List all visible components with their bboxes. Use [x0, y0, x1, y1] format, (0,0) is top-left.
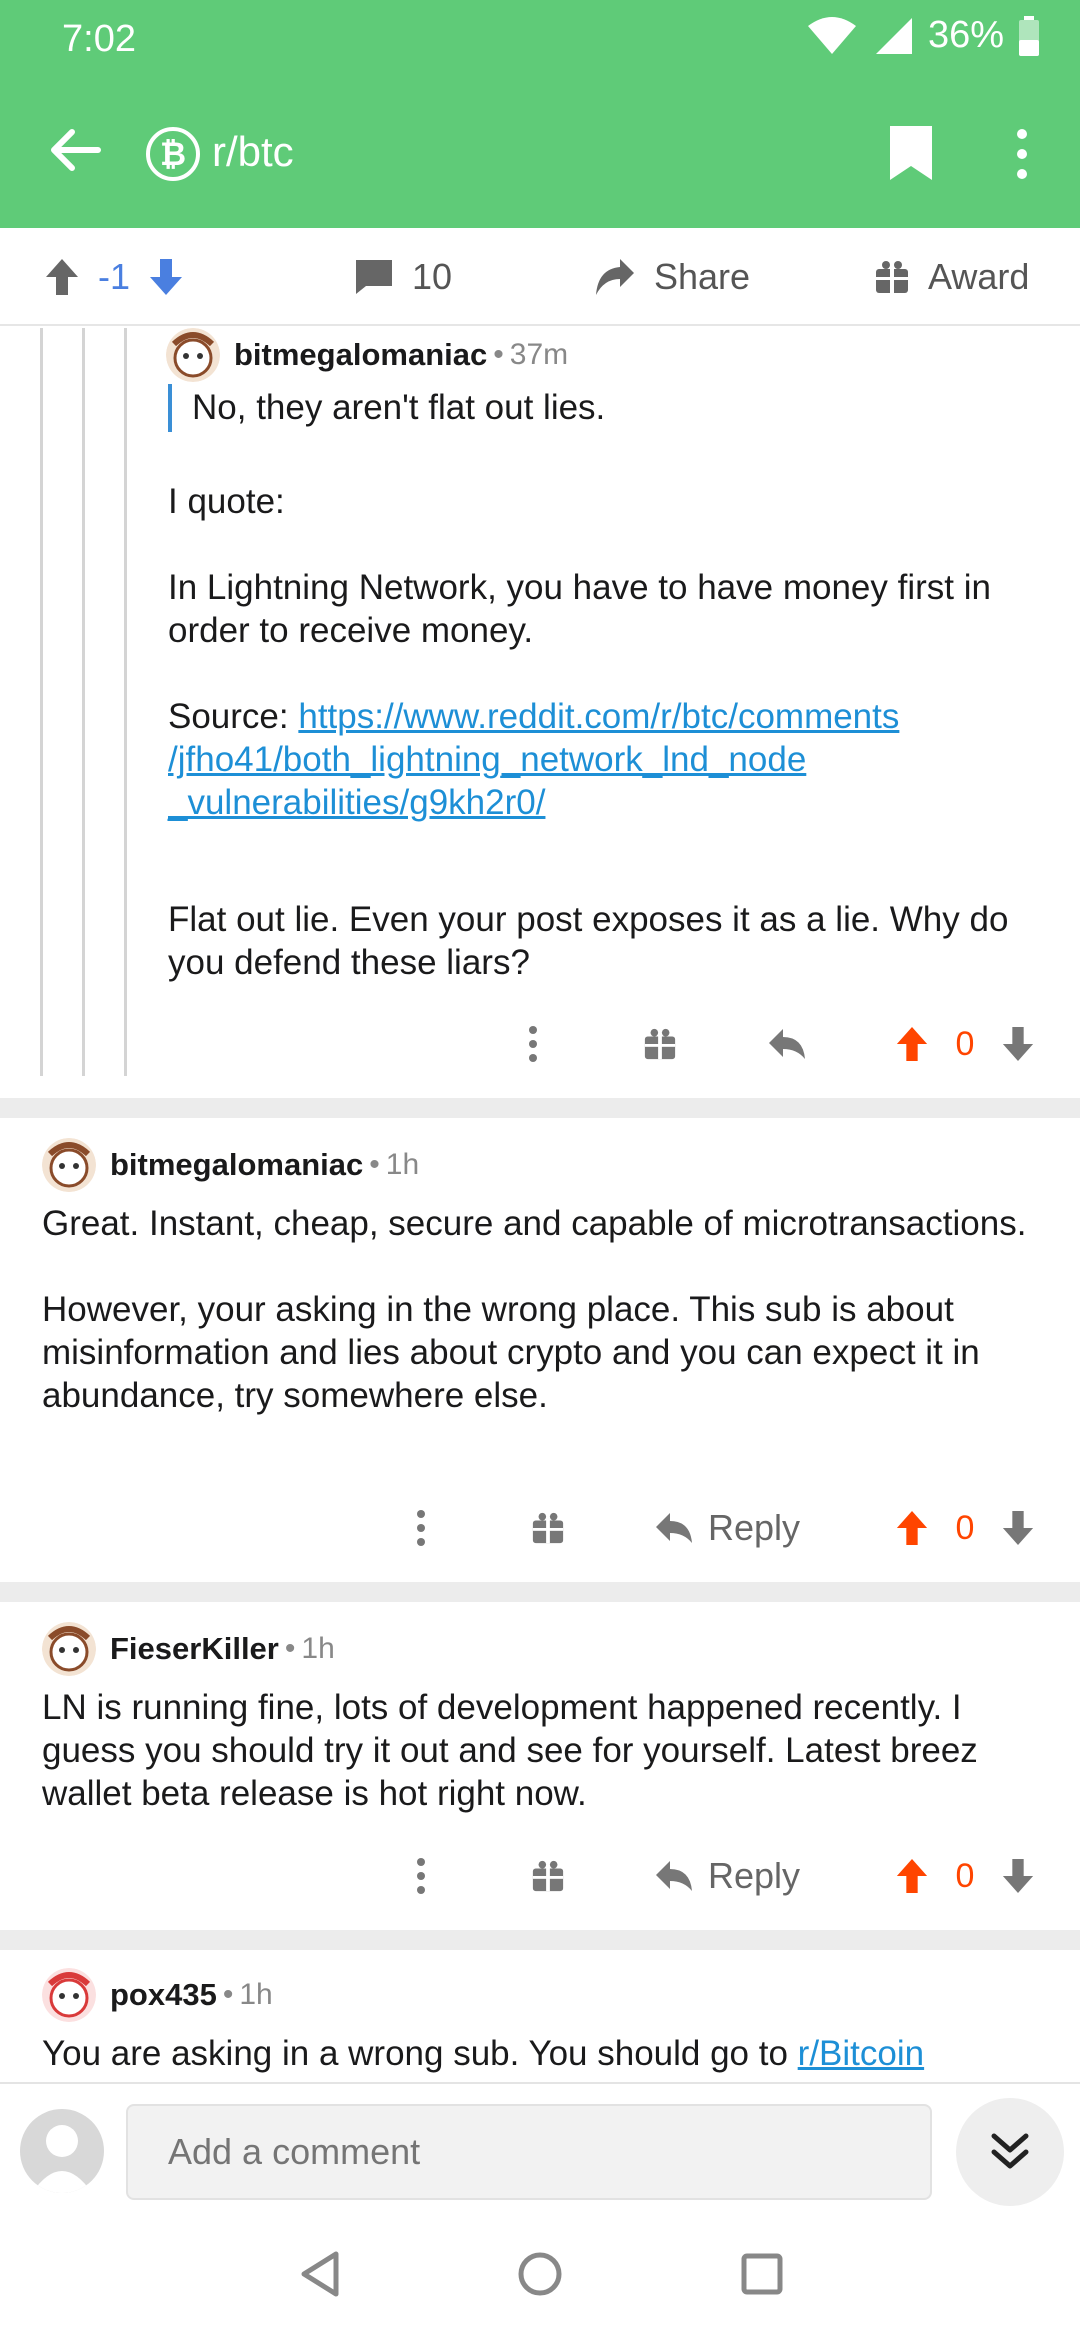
separator-dot: • [369, 1148, 380, 1181]
battery-icon [1019, 15, 1039, 56]
comment: pox435 • 1h You are asking in a wrong su… [0, 1950, 1080, 2082]
gift-icon[interactable] [528, 1846, 568, 1906]
reply-button[interactable]: Reply [654, 1498, 824, 1558]
comment-author[interactable]: bitmegalomaniac [234, 337, 487, 373]
comment: FieserKiller • 1h LN is running fine, lo… [0, 1602, 1080, 1930]
comment-icon [356, 260, 392, 294]
comment-text: Great. Instant, cheap, secure and capabl… [42, 1204, 1027, 1415]
avatar[interactable] [42, 1138, 96, 1192]
add-comment-input[interactable] [126, 2104, 932, 2200]
quote-bar [168, 384, 172, 432]
nav-back-icon[interactable] [298, 2250, 342, 2298]
separator-dot: • [493, 338, 504, 371]
comment-link[interactable]: r/Bitcoin [798, 2034, 924, 2073]
comment-text: LN is running fine, lots of development … [42, 1688, 978, 1813]
downvote-icon[interactable] [148, 257, 184, 297]
comment-nested: bitmegalomaniac • 37m No, they aren't fl… [0, 328, 1080, 1098]
upvote-icon[interactable] [892, 1846, 932, 1906]
status-icons: 36% [806, 14, 1040, 57]
reply-button[interactable]: Reply [654, 1846, 824, 1906]
comment-body: I quote: In Lightning Network, you have … [168, 480, 1068, 824]
upvote-icon[interactable] [44, 257, 80, 297]
gift-icon[interactable] [528, 1498, 568, 1558]
comment: bitmegalomaniac • 1h Great. Instant, che… [0, 1118, 1080, 1582]
award-button[interactable]: Award [874, 228, 1029, 326]
gift-icon [876, 261, 908, 293]
comment-author[interactable]: bitmegalomaniac [110, 1147, 363, 1183]
avatar[interactable] [166, 328, 220, 382]
post-score: -1 [98, 256, 131, 297]
status-time: 7:02 [62, 18, 136, 60]
share-icon [596, 259, 634, 295]
upvote-icon[interactable] [892, 1014, 932, 1074]
comment-text: You are asking in a wrong sub. You shoul… [42, 2034, 798, 2073]
bitcoin-icon: ₿ [146, 127, 200, 181]
more-vertical-icon[interactable] [404, 1498, 438, 1558]
reply-icon [656, 1861, 692, 1891]
comment-body: You are asking in a wrong sub. You shoul… [42, 2032, 1062, 2075]
comment-header: bitmegalomaniac • 1h [42, 1138, 419, 1192]
thread-line [40, 328, 43, 1076]
downvote-icon[interactable] [998, 1846, 1038, 1906]
share-button[interactable]: Share [594, 228, 750, 326]
avatar[interactable] [42, 1622, 96, 1676]
comments-button[interactable]: 10 [354, 228, 452, 326]
comment-count: 10 [412, 256, 453, 297]
comment-score: 0 [955, 1508, 975, 1547]
thread-line [124, 328, 127, 1076]
comment-text: Flat out lie. Even your post exposes it … [168, 900, 1009, 982]
separator-dot: • [222, 1978, 234, 2011]
gift-icon[interactable] [640, 1014, 680, 1074]
comment-age: 1h [385, 1148, 420, 1181]
reply-label: Reply [708, 1507, 801, 1548]
comment-quote: No, they aren't flat out lies. [192, 388, 606, 427]
comment-age: 37m [509, 338, 569, 371]
reply-icon[interactable] [764, 1014, 810, 1074]
more-vertical-icon[interactable] [516, 1014, 550, 1074]
comment-score: 0 [955, 1024, 975, 1063]
separator-dot: • [284, 1632, 296, 1665]
comment-header: FieserKiller • 1h [42, 1622, 335, 1676]
nav-recents-icon[interactable] [740, 2250, 784, 2298]
downvote-icon[interactable] [998, 1498, 1038, 1558]
comment-divider [0, 1098, 1080, 1118]
post-vote: -1 [44, 228, 184, 326]
comment-actions: Reply 0 [0, 1498, 1080, 1558]
reply-label: Reply [708, 1855, 801, 1896]
system-nav-bar [0, 2222, 1080, 2340]
award-label: Award [928, 256, 1030, 297]
reply-icon [656, 1513, 692, 1543]
battery-percent: 36% [927, 14, 1004, 56]
more-vertical-icon[interactable] [404, 1846, 438, 1906]
avatar[interactable] [42, 1968, 96, 2022]
comment-age: 1h [239, 1978, 273, 2011]
comment-divider [0, 1582, 1080, 1602]
upvote-icon[interactable] [892, 1498, 932, 1558]
wifi-icon [807, 16, 856, 54]
comment-author[interactable]: FieserKiller [110, 1631, 279, 1667]
comment-header: bitmegalomaniac • 37m [166, 328, 568, 382]
nav-home-icon[interactable] [516, 2250, 564, 2298]
post-action-bar: -1 10 Share Award [0, 228, 1080, 326]
more-vertical-icon[interactable] [1008, 126, 1036, 182]
comment-age: 1h [301, 1632, 335, 1665]
comment-header: pox435 • 1h [42, 1968, 273, 2022]
share-label: Share [654, 256, 751, 297]
add-comment-bar [0, 2082, 1080, 2222]
comment-author[interactable]: pox435 [110, 1977, 217, 2013]
comment-score: 0 [955, 1856, 975, 1895]
comment-divider [0, 1930, 1080, 1950]
comment-actions: Reply 0 [0, 1846, 1080, 1906]
bookmark-icon[interactable] [888, 124, 934, 182]
signal-icon [875, 17, 912, 54]
thread-line [82, 328, 85, 1076]
downvote-icon[interactable] [998, 1014, 1038, 1074]
user-avatar[interactable] [20, 2109, 104, 2193]
double-chevron-down-icon [991, 2133, 1029, 2169]
subreddit-title[interactable]: r/btc [212, 128, 294, 176]
jump-to-next-button[interactable] [956, 2098, 1064, 2206]
app-header: 7:02 36% ₿ r/btc [0, 0, 1080, 228]
back-arrow-icon[interactable] [44, 120, 104, 180]
comment-actions: 0 [0, 1014, 1080, 1074]
